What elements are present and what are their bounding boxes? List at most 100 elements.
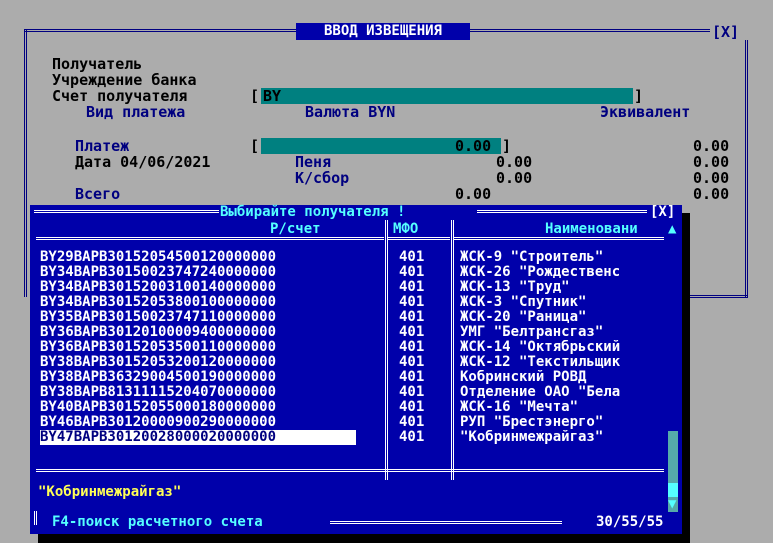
account-cell: BY40BAPB30152055000180000000 (40, 400, 277, 415)
mfo-cell: 401 (399, 415, 425, 430)
mfo-cell: 401 (399, 430, 425, 445)
table-row[interactable]: BY47BAPB30120028000020000000 401 "Кобринме… (40, 430, 654, 445)
window-title: ВВОД ИЗВЕЩЕНИЯ (296, 23, 470, 40)
frame-left (24, 29, 27, 297)
payment-field-close-bracket: ] (502, 137, 512, 155)
account-cell: BY29BAPB30152054500120000000 (40, 250, 277, 265)
column-header-account[interactable]: Р/счет (270, 222, 321, 237)
dialog-border-bottom (330, 521, 562, 524)
account-cell: BY38BAPB36329004500190000000 (40, 370, 277, 385)
total-label: Всего (75, 185, 121, 203)
table-row[interactable]: BY46BAPB30120000900290000000 401 РУП "Брес… (40, 415, 654, 430)
total-equivalent: 0.00 (693, 185, 730, 203)
header-separator-right (454, 237, 664, 240)
table-row[interactable]: BY38BAPB36329004500190000000 401 Кобрински… (40, 370, 654, 385)
account-field-open-bracket: [ (250, 87, 260, 105)
search-hint: F4-поиск расчетного счета (52, 514, 263, 530)
fee-equivalent: 0.00 (693, 169, 730, 187)
window-shadow-bottom (38, 534, 690, 543)
mfo-cell: 401 (399, 280, 425, 295)
mfo-cell: 401 (399, 355, 425, 370)
name-cell: ЖСК-9 "Строитель" (460, 250, 604, 265)
account-cell: BY36BAPB30152053500110000000 (40, 340, 277, 355)
column-header-mfo[interactable]: МФО (393, 222, 418, 237)
mfo-cell: 401 (399, 310, 425, 325)
name-cell: РУП "Брестэнерго" (460, 415, 604, 430)
close-icon[interactable]: [X] (712, 24, 739, 40)
table-row[interactable]: BY36BAPB30120100009400000000 401 УМГ "Белт… (40, 325, 654, 340)
table-row[interactable]: BY40BAPB30152055000180000000 401 ЖСК-16 "М… (40, 400, 654, 415)
scroll-down-arrow-icon[interactable]: ▼ (668, 497, 676, 512)
account-cell: BY34BAPB30152003100140000000 (40, 280, 277, 295)
account-cell: BY36BAPB30120100009400000000 (40, 325, 277, 340)
penalty-value: 0.00 (496, 153, 533, 171)
payment-type-label: Вид платежа (86, 103, 186, 121)
payment-label: Платеж (75, 137, 130, 155)
column-header-name[interactable]: Наименовани (545, 222, 638, 237)
table-row[interactable]: BY35BAPB30150023747110000000 401 ЖСК-20 "Р… (40, 310, 654, 325)
name-cell: ЖСК-16 "Мечта" (460, 400, 579, 415)
close-icon[interactable]: [X] (650, 205, 675, 220)
fee-value: 0.00 (496, 169, 533, 187)
mfo-cell: 401 (399, 400, 425, 415)
account-field-value: BY (263, 87, 282, 105)
account-field[interactable] (261, 88, 633, 104)
penalty-equivalent: 0.00 (693, 153, 730, 171)
table-row[interactable]: BY34BAPB30152003100140000000 401 ЖСК-13 "Т… (40, 280, 654, 295)
fee-label: К/сбор (295, 169, 350, 187)
account-label: Счет получателя (52, 87, 188, 105)
mfo-cell: 401 (399, 340, 425, 355)
dialog-border-top-left (34, 210, 219, 213)
mfo-cell: 401 (399, 370, 425, 385)
account-cell: BY35BAPB30150023747110000000 (40, 310, 277, 325)
name-cell: ЖСК-3 "Спутник" (460, 295, 587, 310)
name-cell: ЖСК-12 "Текстильщик (460, 355, 621, 370)
scrollbar-thumb[interactable] (668, 483, 678, 497)
selected-recipient-name: "Кобринмежрайгаз" (38, 484, 182, 500)
payment-equivalent: 0.00 (693, 137, 730, 155)
payment-field-open-bracket: [ (250, 137, 260, 155)
name-cell: ЖСК-14 "Октябрьский (460, 340, 621, 355)
header-separator (36, 237, 384, 240)
name-cell: ЖСК-26 "Рождественс (460, 265, 621, 280)
table-row[interactable]: BY34BAPB30152053800100000000 401 ЖСК-3 "Сп… (40, 295, 654, 310)
mfo-cell: 401 (399, 385, 425, 400)
dialog-border-top-right (477, 210, 647, 213)
frame-right (745, 40, 748, 297)
dialog-title: Выбирайте получателя ! (220, 204, 406, 220)
bank-label: Учреждение банка (52, 71, 197, 89)
penalty-label: Пеня (295, 153, 332, 171)
header-separator-mid (388, 237, 450, 240)
recipient-label: Получатель (52, 55, 143, 73)
table-row[interactable]: BY29BAPB30152054500120000000 401 ЖСК-9 "Ст… (40, 250, 654, 265)
currency-label: Валюта BYN (305, 103, 396, 121)
account-cell: BY38BAPB30152053200120000000 (40, 355, 277, 370)
equivalent-label: Эквивалент (600, 103, 691, 121)
account-cell: BY34BAPB30150023747240000000 (40, 265, 277, 280)
mfo-cell: 401 (399, 265, 425, 280)
account-field-close-bracket: ] (634, 87, 644, 105)
name-cell: ЖСК-13 "Труд" (460, 280, 570, 295)
mfo-cell: 401 (399, 295, 425, 310)
table-row[interactable]: BY38BAPB30152053200120000000 401 ЖСК-12 "Т… (40, 355, 654, 370)
account-cell: BY38BAPB81311115204070000000 (40, 385, 277, 400)
name-cell: УМГ "Белтрансгаз" (460, 325, 604, 340)
frame-top-right (470, 29, 710, 32)
name-cell: Отделение ОАО "Бела (460, 385, 621, 400)
dialog-border-left (34, 511, 37, 525)
account-cell: BY46BAPB30120000900290000000 (40, 415, 277, 430)
payment-value: 0.00 (455, 137, 492, 155)
frame-top-left (24, 29, 296, 32)
table-row[interactable]: BY38BAPB81311115204070000000 401 Отделение… (40, 385, 654, 400)
total-value: 0.00 (455, 185, 492, 203)
name-cell: "Кобринмежрайгаз" (460, 430, 604, 445)
account-cell: BY34BAPB30152053800100000000 (40, 295, 277, 310)
scroll-up-arrow-icon[interactable]: ▲ (668, 222, 676, 237)
table-row[interactable]: BY36BAPB30152053500110000000 401 ЖСК-14 "О… (40, 340, 654, 355)
table-row[interactable]: BY34BAPB30150023747240000000 401 ЖСК-26 "Р… (40, 265, 654, 280)
account-cell: BY47BAPB30120028000020000000 (40, 430, 356, 445)
name-cell: Кобринский РОВД (460, 370, 587, 385)
window-shadow (682, 213, 690, 543)
mfo-cell: 401 (399, 250, 425, 265)
mfo-cell: 401 (399, 325, 425, 340)
